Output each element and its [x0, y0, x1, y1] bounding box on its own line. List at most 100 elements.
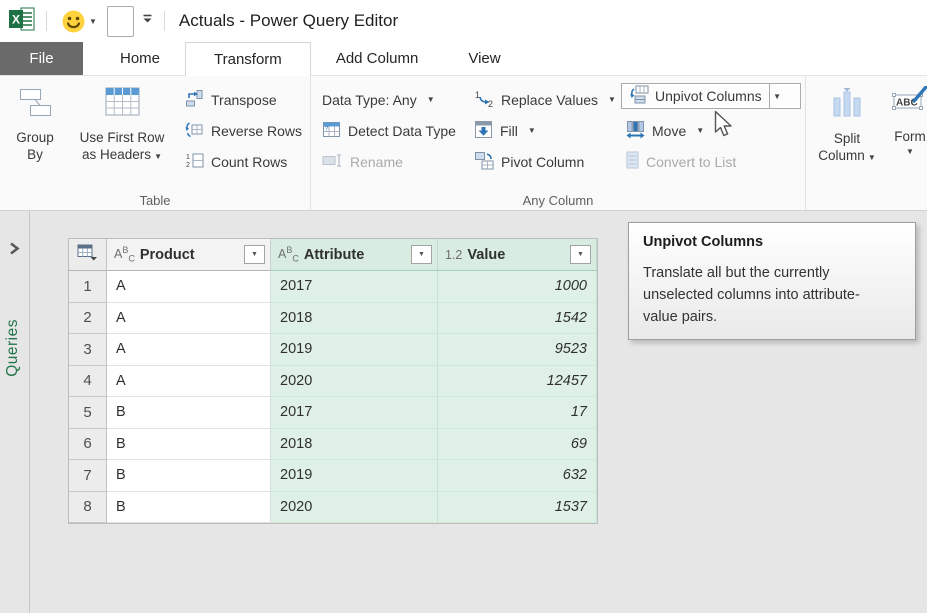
row-number[interactable]: 1 — [69, 271, 107, 303]
pivot-column-button[interactable]: Pivot Column — [467, 146, 619, 177]
cell-product[interactable]: A — [107, 334, 271, 366]
reverse-rows-button[interactable]: Reverse Rows — [178, 115, 306, 146]
rename-button[interactable]: Rename — [315, 146, 467, 177]
count-rows-button[interactable]: 1 2 Count Rows — [178, 146, 306, 177]
unpivot-columns-button[interactable]: Unpivot Columns ▼ — [621, 83, 801, 109]
cell-product[interactable]: A — [107, 366, 271, 398]
row-number[interactable]: 3 — [69, 334, 107, 366]
column-header-product[interactable]: ABCProduct▼ — [107, 239, 271, 271]
tab-home[interactable]: Home — [95, 42, 185, 75]
svg-text:1: 1 — [475, 90, 480, 100]
column-header-attribute[interactable]: ABCAttribute▼ — [271, 239, 438, 271]
fill-button[interactable]: Fill ▼ — [467, 115, 619, 146]
format-icon: ABC — [892, 86, 927, 121]
table-select-all-button[interactable] — [69, 239, 107, 271]
detect-data-type-icon: ? — [322, 120, 341, 142]
cell-value[interactable]: 1537 — [438, 492, 597, 524]
expand-queries-chevron-icon[interactable] — [8, 241, 21, 261]
cell-value[interactable]: 12457 — [438, 366, 597, 398]
svg-text:X: X — [12, 12, 20, 26]
move-button[interactable]: Move ▼ — [619, 115, 801, 146]
convert-to-list-button[interactable]: Convert to List — [619, 146, 801, 177]
data-type-button[interactable]: Data Type: Any ▼ — [315, 84, 467, 115]
title-bar: X ▼ Actuals - Power Query Editor — [0, 0, 927, 42]
row-number[interactable]: 8 — [69, 492, 107, 524]
unpivot-columns-dropdown-icon[interactable]: ▼ — [769, 84, 785, 108]
table-row: 6B201869 — [69, 429, 597, 461]
detect-data-type-button[interactable]: ? Detect Data Type — [315, 115, 467, 146]
filter-dropdown-icon[interactable]: ▼ — [244, 245, 265, 264]
column-type-icon: 1.2 — [445, 248, 462, 262]
cell-product[interactable]: B — [107, 429, 271, 461]
table-row: 3A20199523 — [69, 334, 597, 366]
smiley-dropdown-caret-icon[interactable]: ▼ — [89, 17, 97, 26]
row-number[interactable]: 2 — [69, 303, 107, 335]
row-number[interactable]: 7 — [69, 460, 107, 492]
table-row: 4A202012457 — [69, 366, 597, 398]
row-number[interactable]: 6 — [69, 429, 107, 461]
pivot-column-icon — [474, 151, 494, 173]
transpose-button[interactable]: Transpose — [178, 84, 306, 115]
cell-value[interactable]: 1542 — [438, 303, 597, 335]
cell-attribute[interactable]: 2018 — [271, 303, 438, 335]
group-by-button[interactable]: Group By — [4, 78, 66, 194]
cell-attribute[interactable]: 2020 — [271, 492, 438, 524]
move-icon — [626, 120, 645, 142]
use-first-row-as-headers-button[interactable]: Use First Row as Headers▼ — [66, 78, 178, 194]
titlebar-separator — [164, 11, 165, 31]
tab-add-column[interactable]: Add Column — [311, 42, 444, 75]
filter-dropdown-icon[interactable]: ▼ — [411, 245, 432, 264]
replace-values-button[interactable]: 1 2 Replace Values ▼ — [467, 84, 619, 115]
data-table: ABCProduct▼ABCAttribute▼1.2Value▼1A20171… — [68, 238, 598, 524]
filter-dropdown-icon[interactable]: ▼ — [570, 245, 591, 264]
cell-product[interactable]: B — [107, 397, 271, 429]
ribbon-group-any-column: Data Type: Any ▼ ? Detect Data Type — [311, 76, 806, 210]
cell-product[interactable]: B — [107, 460, 271, 492]
column-type-icon: ABC — [114, 245, 135, 264]
quick-access-box-button[interactable] — [107, 6, 134, 37]
tooltip-body: Translate all but the currently unselect… — [643, 263, 873, 328]
split-column-button[interactable]: Split Column▼ — [816, 78, 878, 194]
tab-file[interactable]: File — [0, 42, 83, 75]
row-number[interactable]: 5 — [69, 397, 107, 429]
queries-pane-label[interactable]: Queries — [4, 319, 22, 377]
cell-attribute[interactable]: 2018 — [271, 429, 438, 461]
cell-value[interactable]: 17 — [438, 397, 597, 429]
cell-attribute[interactable]: 2020 — [271, 366, 438, 398]
window-title: Actuals - Power Query Editor — [179, 11, 398, 31]
cell-value[interactable]: 9523 — [438, 334, 597, 366]
cell-product[interactable]: A — [107, 303, 271, 335]
cell-product[interactable]: B — [107, 492, 271, 524]
svg-text:1: 1 — [186, 154, 190, 161]
column-header-value[interactable]: 1.2Value▼ — [438, 239, 597, 271]
column-type-icon: ABC — [278, 245, 299, 264]
cell-attribute[interactable]: 2017 — [271, 271, 438, 303]
fill-icon — [474, 120, 493, 142]
dropdown-caret-icon: ▼ — [528, 126, 536, 135]
row-number[interactable]: 4 — [69, 366, 107, 398]
excel-app-icon: X — [8, 6, 36, 37]
tab-view[interactable]: View — [443, 42, 525, 75]
tab-transform[interactable]: Transform — [185, 42, 311, 76]
group-label-table: Table — [0, 193, 310, 208]
smiley-feedback-icon[interactable]: ▼ — [61, 9, 97, 34]
rename-icon — [322, 153, 343, 171]
unpivot-columns-icon — [629, 85, 649, 107]
transpose-icon — [185, 89, 204, 111]
group-label-any-column: Any Column — [311, 193, 805, 208]
first-row-headers-icon — [105, 86, 140, 122]
cell-attribute[interactable]: 2019 — [271, 334, 438, 366]
reverse-rows-icon — [185, 120, 204, 142]
cell-value[interactable]: 632 — [438, 460, 597, 492]
quick-access-toolbar-dropdown-icon[interactable] — [141, 12, 154, 30]
table-row: 8B20201537 — [69, 492, 597, 524]
cell-product[interactable]: A — [107, 271, 271, 303]
cell-value[interactable]: 69 — [438, 429, 597, 461]
cell-value[interactable]: 1000 — [438, 271, 597, 303]
dropdown-caret-icon: ▼ — [868, 153, 876, 162]
svg-text:2: 2 — [488, 99, 493, 108]
cell-attribute[interactable]: 2019 — [271, 460, 438, 492]
count-rows-icon: 1 2 — [185, 151, 204, 173]
cell-attribute[interactable]: 2017 — [271, 397, 438, 429]
format-button[interactable]: ABC Form ▼ — [878, 78, 927, 194]
